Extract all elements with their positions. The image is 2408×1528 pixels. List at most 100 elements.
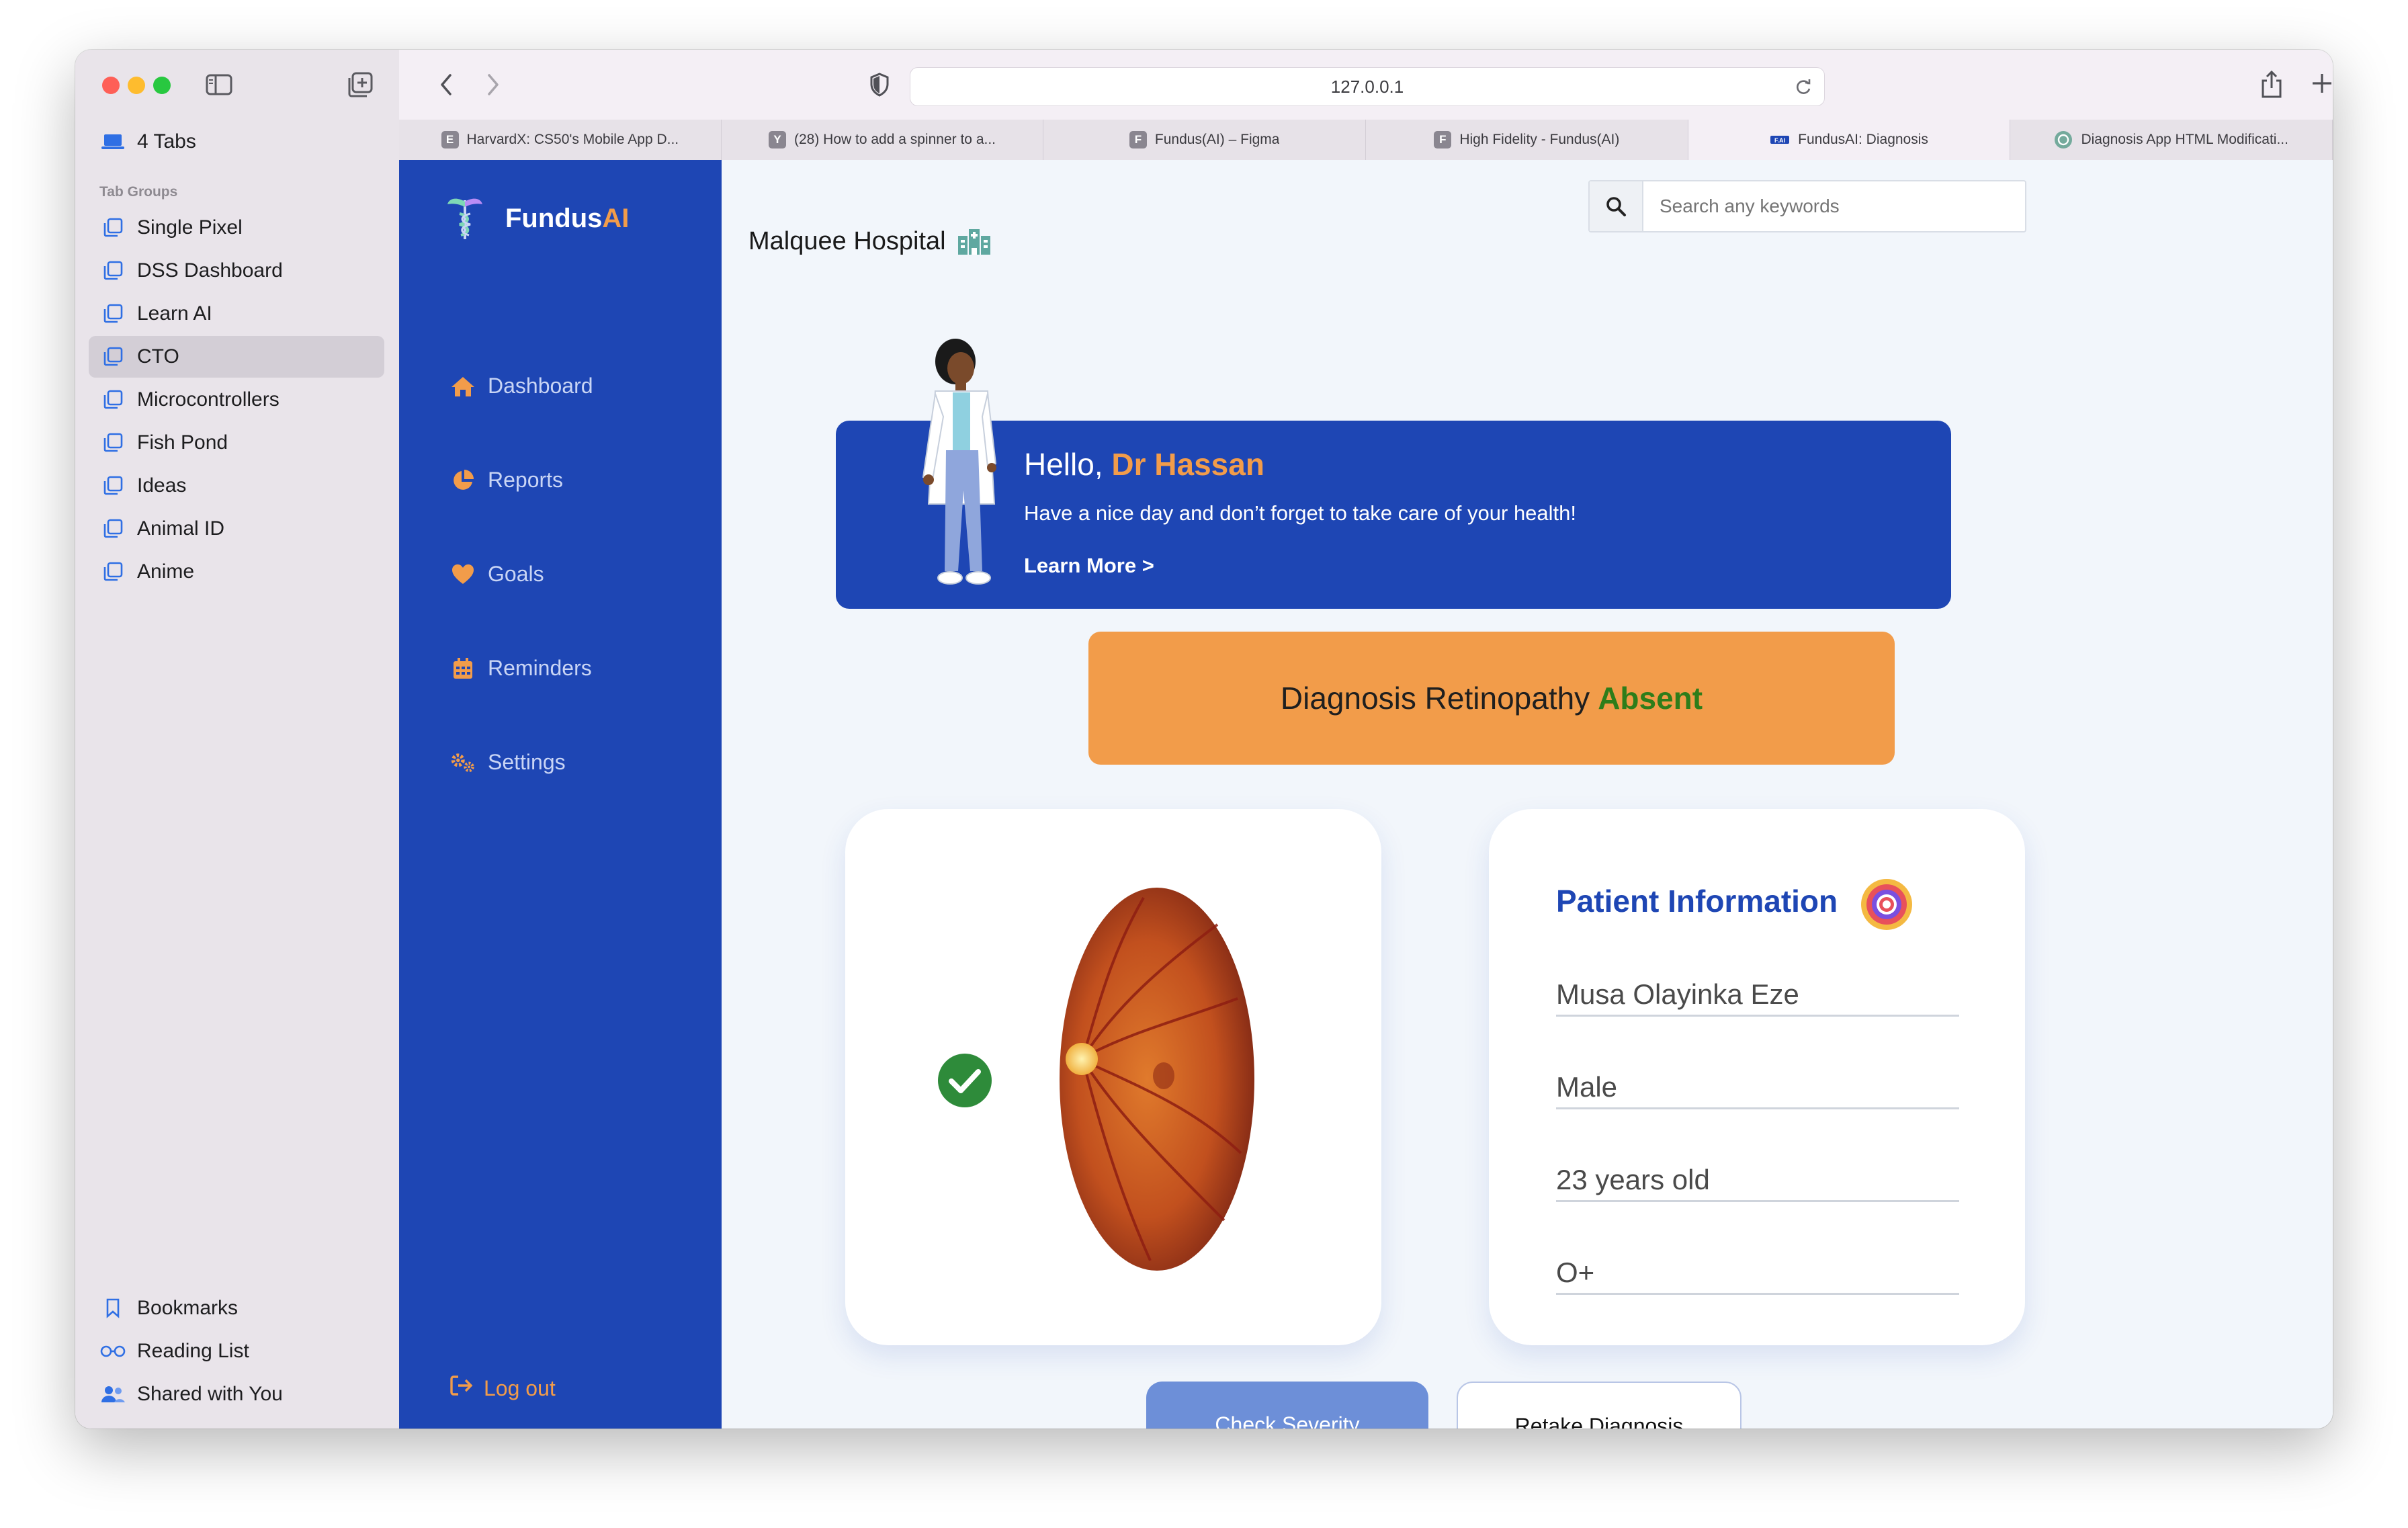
close-window-button[interactable]: [102, 77, 120, 94]
tab-title: Diagnosis App HTML Modificati...: [2081, 132, 2288, 147]
doctor-name: Dr Hassan: [1111, 447, 1264, 482]
nav-reminders[interactable]: Reminders: [450, 656, 592, 681]
privacy-shield-icon[interactable]: [869, 73, 890, 97]
heart-icon: [450, 564, 476, 585]
tab-group-dss-dashboard[interactable]: DSS Dashboard: [89, 250, 384, 292]
retake-diagnosis-button[interactable]: Retake Diagnosis: [1457, 1382, 1742, 1429]
browser-tab[interactable]: Y (28) How to add a spinner to a...: [722, 120, 1044, 160]
tab-group-icon: [89, 261, 137, 281]
retina-fundus-image: [1060, 888, 1254, 1271]
tab-group-learn-ai[interactable]: Learn AI: [89, 293, 384, 335]
browser-tab-active[interactable]: F.AI FundusAI: Diagnosis: [1688, 120, 2011, 160]
tab-group-icon: [89, 347, 137, 367]
diagnosis-status: Absent: [1598, 681, 1703, 716]
tab-favicon: Y: [769, 131, 786, 148]
tab-group-cto[interactable]: CTO: [89, 336, 384, 378]
tab-group-anime[interactable]: Anime: [89, 551, 384, 593]
tab-group-icon: [89, 304, 137, 324]
tab-group-label: DSS Dashboard: [137, 259, 283, 282]
browser-window: 4 Tabs Tab Groups Single Pixel DSS Dashb…: [75, 50, 2333, 1429]
brand-accent: AI: [602, 203, 630, 233]
fundusai-logo[interactable]: FundusAI: [445, 195, 629, 242]
back-icon[interactable]: [437, 71, 457, 98]
browser-tab[interactable]: E HarvardX: CS50's Mobile App D...: [399, 120, 722, 160]
people-icon: [89, 1384, 137, 1404]
browser-tab[interactable]: Diagnosis App HTML Modificati...: [2010, 120, 2333, 160]
logout-button[interactable]: Log out: [450, 1375, 556, 1402]
zoom-window-button[interactable]: [153, 77, 171, 94]
tab-group-icon: [89, 519, 137, 539]
diagnosis-label: Diagnosis Retinopathy: [1280, 681, 1590, 716]
bookmarks-item[interactable]: Bookmarks: [89, 1287, 384, 1329]
shared-with-you-item[interactable]: Shared with You: [89, 1373, 384, 1415]
hospital-icon: [957, 228, 990, 255]
learn-more-link[interactable]: Learn More >: [1024, 554, 1154, 578]
nav-goals[interactable]: Goals: [450, 562, 544, 587]
tab-title: FundusAI: Diagnosis: [1798, 132, 1928, 147]
tab-group-fish-pond[interactable]: Fish Pond: [89, 422, 384, 464]
tab-favicon: F: [1129, 131, 1147, 148]
patient-gender-field: Male: [1556, 1071, 1959, 1109]
gears-icon: [450, 751, 476, 774]
glasses-icon: [89, 1345, 137, 1358]
tab-favicon: F: [1434, 131, 1452, 148]
reload-icon[interactable]: [1795, 77, 1812, 96]
share-icon[interactable]: [2260, 70, 2283, 99]
app-sidebar: FundusAI Dashboard Reports Goals Reminde…: [399, 160, 722, 1429]
fundusai-app: FundusAI Dashboard Reports Goals Reminde…: [399, 160, 2333, 1429]
patient-blood-group-field: O+: [1556, 1257, 1959, 1295]
retina-image-card: [845, 809, 1381, 1345]
nav-label: Dashboard: [488, 374, 593, 398]
browser-tab[interactable]: F Fundus(AI) – Figma: [1043, 120, 1367, 160]
search-button[interactable]: [1590, 181, 1643, 231]
minimize-window-button[interactable]: [128, 77, 145, 94]
tab-title: HarvardX: CS50's Mobile App D...: [466, 132, 679, 147]
tab-group-label: CTO: [137, 345, 179, 368]
brand-main: Fundus: [505, 203, 603, 233]
logout-label: Log out: [484, 1375, 556, 1400]
laptop-icon: [89, 133, 137, 151]
tabs-overview[interactable]: 4 Tabs: [89, 121, 384, 163]
patient-info-card: Patient Information Musa Olayinka Eze Ma…: [1489, 809, 2025, 1345]
tab-group-ideas[interactable]: Ideas: [89, 465, 384, 507]
caduceus-icon: [447, 198, 482, 239]
patient-name-field: Musa Olayinka Eze: [1556, 978, 1959, 1017]
tab-favicon: E: [441, 131, 459, 148]
browser-tab[interactable]: F High Fidelity - Fundus(AI): [1366, 120, 1688, 160]
forward-icon[interactable]: [482, 71, 503, 98]
tab-group-label: Fish Pond: [137, 431, 228, 454]
tab-group-icon: [89, 433, 137, 453]
pie-chart-icon: [450, 468, 476, 493]
check-severity-button[interactable]: Check Severity: [1146, 1382, 1428, 1429]
hospital-label: Malquee Hospital: [748, 227, 946, 255]
address-bar[interactable]: 127.0.0.1: [910, 67, 1825, 106]
search-box: [1588, 180, 2026, 232]
tab-group-label: Animal ID: [137, 517, 225, 540]
tab-group-single-pixel[interactable]: Single Pixel: [89, 207, 384, 249]
tab-group-label: Single Pixel: [137, 216, 243, 239]
logout-icon: [450, 1375, 474, 1402]
tab-title: Fundus(AI) – Figma: [1154, 132, 1280, 147]
sidebar-toggle-icon[interactable]: [206, 74, 232, 95]
doctor-illustration-icon: [922, 339, 997, 585]
nav-reports[interactable]: Reports: [450, 468, 563, 493]
tab-group-microcontrollers[interactable]: Microcontrollers: [89, 379, 384, 421]
tab-title: High Fidelity - Fundus(AI): [1459, 132, 1620, 147]
reading-list-item[interactable]: Reading List: [89, 1330, 384, 1372]
tab-group-label: Microcontrollers: [137, 388, 280, 411]
home-icon: [450, 375, 476, 398]
tab-title: (28) How to add a spinner to a...: [794, 132, 996, 147]
nav-label: Reminders: [488, 656, 592, 680]
bookmarks-label: Bookmarks: [137, 1297, 239, 1319]
new-tab-group-icon[interactable]: [347, 71, 374, 98]
nav-settings[interactable]: Settings: [450, 750, 566, 775]
tab-group-label: Learn AI: [137, 302, 212, 325]
target-icon: [1861, 879, 1912, 930]
greeting-prefix: Hello,: [1024, 447, 1103, 482]
nav-dashboard[interactable]: Dashboard: [450, 374, 593, 398]
tab-group-icon: [89, 390, 137, 410]
tab-group-animal-id[interactable]: Animal ID: [89, 508, 384, 550]
new-tab-icon[interactable]: [2310, 70, 2333, 97]
search-input[interactable]: [1643, 181, 2025, 231]
nav-label: Reports: [488, 468, 564, 492]
